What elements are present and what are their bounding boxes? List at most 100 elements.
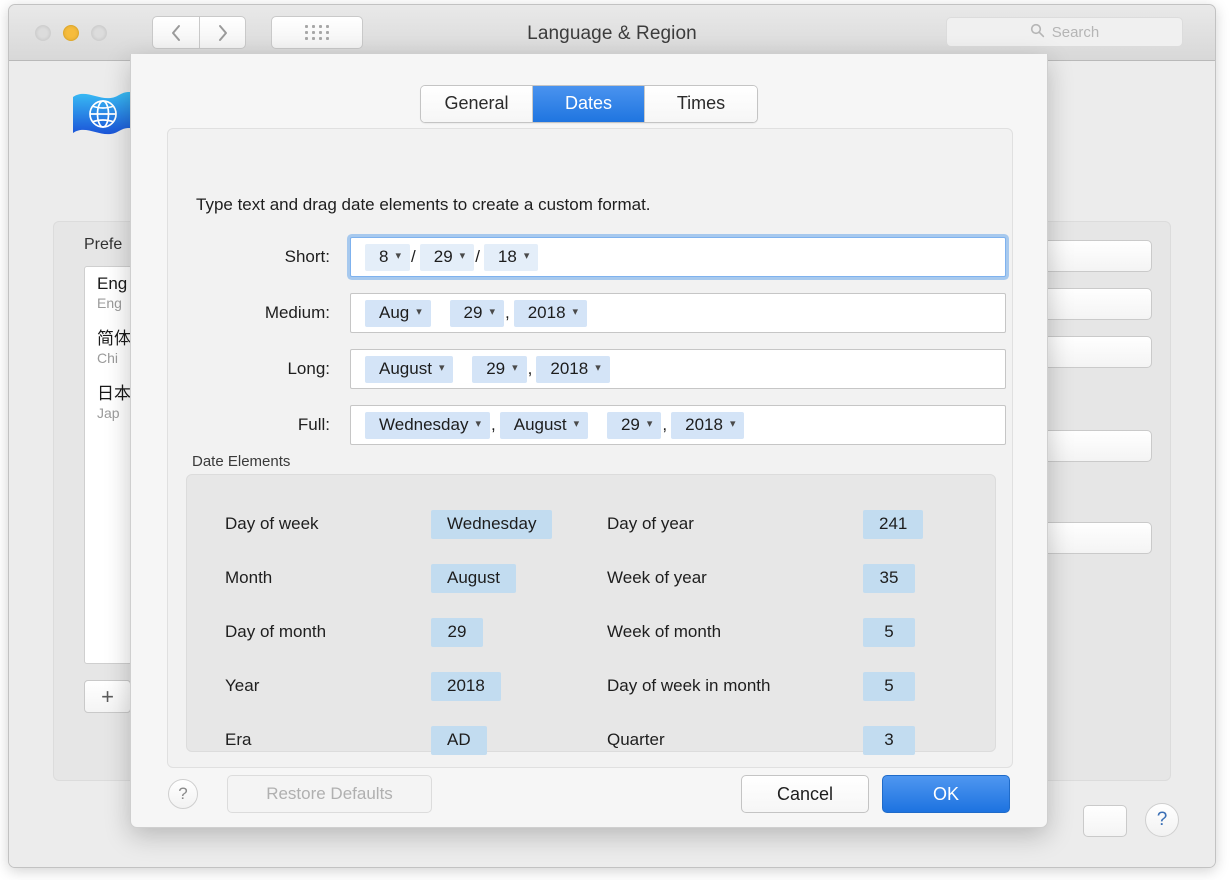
format-row-full: Full: Wednesday ▾ , August ▾ 29 ▾ , 2018 ▾	[168, 405, 1012, 445]
format-label-medium: Medium:	[264, 303, 330, 322]
date-elements-box: Day of week Wednesday Month August Day o…	[186, 474, 996, 755]
chevron-down-icon: ▾	[573, 418, 580, 430]
element-label: Year	[225, 676, 260, 695]
format-field-long[interactable]: August ▾ 29 ▾ , 2018 ▾	[350, 349, 1006, 389]
desktop-backdrop: Language & Region Search Prefe Eng Eng 简…	[0, 0, 1230, 880]
date-token-year[interactable]: 2018 ▾	[513, 299, 588, 327]
date-token-year[interactable]: 2018 ▾	[536, 355, 610, 383]
tab-group: General Dates Times	[420, 85, 758, 123]
format-spacer	[431, 303, 450, 323]
date-token-year[interactable]: 2018 ▾	[671, 411, 745, 439]
element-value[interactable]: August	[431, 563, 516, 593]
date-token-month[interactable]: Aug ▾	[365, 299, 431, 327]
format-row-long: Long: August ▾ 29 ▾ , 2018 ▾	[168, 349, 1012, 389]
element-label: Day of week in month	[607, 676, 771, 695]
format-row-medium: Medium: Aug ▾ 29 ▾ , 2018 ▾	[168, 293, 1012, 333]
format-label-full: Full:	[297, 415, 330, 434]
date-elements-title: Date Elements	[192, 453, 291, 470]
sheet-footer: ? Restore Defaults Cancel OK	[131, 767, 1047, 827]
element-value[interactable]: 5	[863, 671, 915, 701]
date-token-month[interactable]: August ▾	[499, 411, 589, 439]
element-value[interactable]: 2018	[431, 671, 501, 701]
element-value[interactable]: 35	[863, 563, 915, 593]
tab-general[interactable]: General	[421, 86, 533, 122]
date-element-week-of-month[interactable]: Week of month 5	[607, 605, 977, 659]
search-placeholder: Search	[1051, 23, 1100, 41]
tab-dates[interactable]: Dates	[533, 86, 645, 122]
instruction-text: Type text and drag date elements to crea…	[196, 195, 651, 214]
add-language-button[interactable]: +	[84, 680, 131, 713]
format-separator: ,	[491, 415, 496, 434]
chevron-down-icon: ▾	[646, 418, 653, 430]
format-separator: ,	[504, 303, 510, 322]
date-element-year[interactable]: Year 2018	[225, 659, 595, 713]
format-field-short[interactable]: 8 ▾ / 29 ▾ / 18 ▾	[350, 237, 1006, 277]
tab-times[interactable]: Times	[645, 86, 757, 122]
element-label: Month	[225, 568, 273, 587]
date-token-year[interactable]: 18 ▾	[483, 243, 539, 271]
ok-button[interactable]: OK	[882, 775, 1010, 813]
chevron-down-icon: ▾	[595, 362, 601, 374]
search-field[interactable]: Search	[946, 17, 1183, 47]
custom-date-format-sheet: General Dates Times Type text and drag d…	[130, 54, 1048, 828]
format-label-short: Short:	[284, 247, 330, 266]
advanced-button[interactable]	[1083, 805, 1127, 837]
element-label: Day of month	[225, 622, 327, 641]
date-element-era[interactable]: Era AD	[225, 713, 595, 767]
chevron-down-icon: ▾	[512, 362, 518, 374]
element-label: Day of year	[607, 514, 694, 533]
format-field-medium[interactable]: Aug ▾ 29 ▾ , 2018 ▾	[350, 293, 1006, 333]
chevron-down-icon: ▾	[572, 306, 579, 318]
date-elements-column-left: Day of week Wednesday Month August Day o…	[225, 497, 595, 767]
format-separator: ,	[527, 359, 533, 378]
element-value[interactable]: 3	[863, 725, 915, 755]
format-spacer	[453, 359, 472, 379]
chevron-down-icon: ▾	[523, 250, 530, 262]
date-element-day-of-month[interactable]: Day of month 29	[225, 605, 595, 659]
format-label-long: Long:	[287, 359, 330, 378]
window-titlebar: Language & Region Search	[9, 5, 1215, 61]
element-value[interactable]: 29	[431, 617, 483, 647]
date-element-week-of-year[interactable]: Week of year 35	[607, 551, 977, 605]
element-value[interactable]: 241	[863, 509, 924, 539]
element-value[interactable]: 5	[863, 617, 915, 647]
format-separator: /	[411, 247, 416, 266]
format-separator: ,	[662, 415, 668, 434]
sheet-tabbar: General Dates Times	[131, 85, 1047, 123]
cancel-button[interactable]: Cancel	[741, 775, 869, 813]
restore-defaults-button[interactable]: Restore Defaults	[227, 775, 432, 813]
chevron-down-icon: ▾	[459, 250, 466, 262]
date-token-month[interactable]: August ▾	[365, 355, 454, 383]
date-token-day[interactable]: 29 ▾	[419, 243, 475, 271]
date-element-quarter[interactable]: Quarter 3	[607, 713, 977, 767]
sheet-help-button[interactable]: ?	[168, 779, 198, 809]
element-value[interactable]: AD	[431, 725, 487, 755]
date-element-day-of-week-in-month[interactable]: Day of week in month 5	[607, 659, 977, 713]
date-element-day-of-week[interactable]: Day of week Wednesday	[225, 497, 595, 551]
element-label: Quarter	[607, 730, 665, 749]
chevron-down-icon: ▾	[438, 362, 445, 374]
date-element-day-of-year[interactable]: Day of year 241	[607, 497, 977, 551]
format-row-short: Short: 8 ▾ / 29 ▾ / 18 ▾	[168, 237, 1012, 277]
format-field-full[interactable]: Wednesday ▾ , August ▾ 29 ▾ , 2018 ▾	[350, 405, 1006, 445]
date-token-day[interactable]: 29 ▾	[449, 299, 504, 327]
chevron-down-icon: ▾	[475, 418, 481, 430]
chevron-down-icon: ▾	[395, 250, 401, 262]
date-token-day[interactable]: 29 ▾	[606, 411, 662, 439]
format-separator: /	[475, 247, 480, 266]
element-label: Day of week	[225, 514, 319, 533]
date-token-weekday[interactable]: Wednesday ▾	[365, 411, 490, 439]
dates-panel: Type text and drag date elements to crea…	[167, 128, 1013, 768]
element-label: Week of year	[607, 568, 707, 587]
chevron-down-icon: ▾	[729, 418, 736, 430]
preferred-languages-label: Prefe	[84, 236, 123, 253]
element-label: Week of month	[607, 622, 722, 641]
format-spacer	[588, 415, 607, 435]
date-elements-column-right: Day of year 241 Week of year 35 Week of …	[607, 497, 977, 767]
help-button[interactable]: ?	[1145, 803, 1179, 837]
date-element-month[interactable]: Month August	[225, 551, 595, 605]
chevron-down-icon: ▾	[489, 306, 495, 318]
element-value[interactable]: Wednesday	[431, 509, 553, 539]
date-token-month[interactable]: 8 ▾	[365, 243, 410, 271]
date-token-day[interactable]: 29 ▾	[472, 355, 527, 383]
